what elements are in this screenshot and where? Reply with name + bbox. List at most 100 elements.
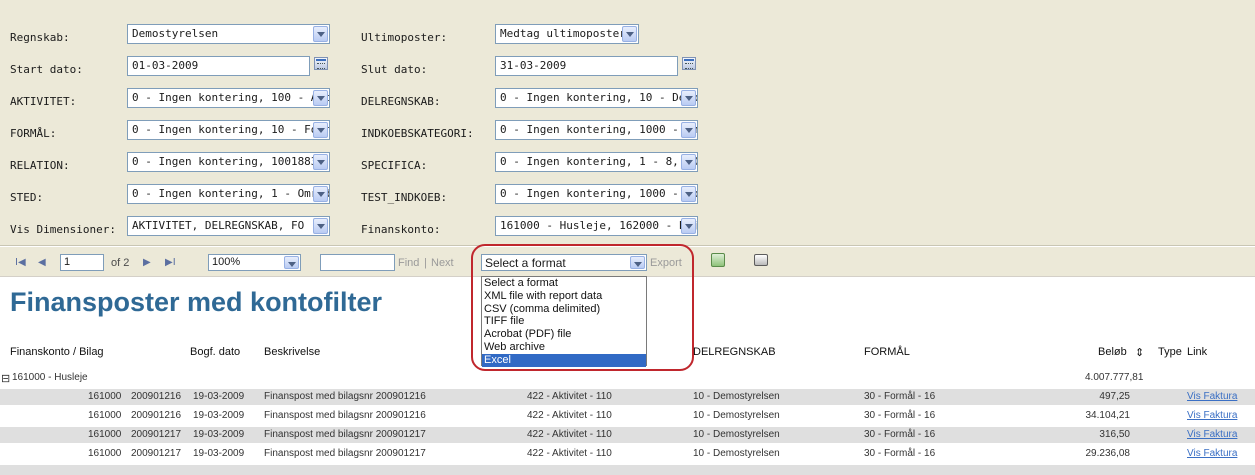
start-dato-value: 01-03-2009 — [132, 59, 199, 72]
calendar-icon[interactable] — [682, 57, 696, 70]
aktivitet-select[interactable]: 0 - Ingen kontering, 100 - Aktiv — [127, 88, 330, 108]
chevron-down-icon[interactable] — [313, 122, 328, 138]
vis-faktura-link[interactable]: Vis Faktura — [1187, 429, 1237, 440]
bilag-cell: 200901216 — [131, 391, 182, 402]
chevron-down-icon[interactable] — [313, 186, 328, 202]
column-header-beloeb[interactable]: Beløb — [1098, 346, 1127, 358]
chevron-down-icon[interactable] — [313, 218, 328, 234]
formaal-cell: 30 - Formål - 16 — [864, 410, 936, 421]
column-header-link[interactable]: Link — [1187, 346, 1207, 358]
indkoebskategori-select[interactable]: 0 - Ingen kontering, 1000 - Ind — [495, 120, 698, 140]
chevron-down-icon[interactable] — [313, 90, 328, 106]
beloeb-cell: 316,50 — [1099, 429, 1130, 440]
beskrivelse-cell: Finanspost med bilagsnr 200901217 — [264, 448, 426, 459]
bilag-cell: 200901217 — [131, 448, 182, 459]
delregnskab-cell: 10 - Demostyrelsen — [693, 448, 780, 459]
export-link[interactable]: Export — [650, 257, 682, 269]
column-header-konto[interactable]: Finanskonto / Bilag — [10, 346, 104, 358]
column-header-beskrivelse[interactable]: Beskrivelse — [264, 346, 320, 358]
vis-dimensioner-select[interactable]: AKTIVITET, DELREGNSKAB, FO — [127, 216, 330, 236]
format-option-csv[interactable]: CSV (comma delimited) — [482, 303, 646, 316]
chevron-down-icon[interactable] — [681, 186, 696, 202]
column-header-type[interactable]: Type — [1158, 346, 1182, 358]
last-page-icon[interactable]: ▶I — [165, 257, 176, 268]
relation-label: RELATION: — [10, 159, 70, 172]
refresh-icon[interactable] — [711, 253, 725, 267]
slut-dato-label: Slut dato: — [361, 63, 428, 76]
ultimoposter-select[interactable]: Medtag ultimoposter — [495, 24, 639, 44]
aktivitet-value: 0 - Ingen kontering, 100 - Aktiv — [132, 91, 330, 104]
sted-label: STED: — [10, 191, 44, 204]
regnskab-select[interactable]: Demostyrelsen — [127, 24, 330, 44]
specifica-value: 0 - Ingen kontering, 1 - 8, 1000 — [500, 155, 698, 168]
format-option-web-archive[interactable]: Web archive — [482, 341, 646, 354]
page-number-input[interactable]: 1 — [60, 254, 104, 271]
aktivitet-cell: 422 - Aktivitet - 110 — [527, 429, 612, 440]
konto-cell: 161000 — [88, 410, 122, 421]
chevron-down-icon[interactable] — [284, 256, 299, 269]
previous-page-icon[interactable]: ◀ — [38, 257, 46, 268]
finanskonto-select[interactable]: 161000 - Husleje, 162000 - Lej — [495, 216, 698, 236]
vis-dimensioner-label: Vis Dimensioner: — [10, 223, 116, 236]
print-icon[interactable] — [754, 254, 768, 266]
format-option-pdf[interactable]: Acrobat (PDF) file — [482, 328, 646, 341]
chevron-down-icon[interactable] — [313, 154, 328, 170]
formaal-value: 0 - Ingen kontering, 10 - Formå — [132, 123, 330, 136]
delregnskab-cell: 10 - Demostyrelsen — [693, 429, 780, 440]
beloeb-cell: 497,25 — [1099, 391, 1130, 402]
formaal-select[interactable]: 0 - Ingen kontering, 10 - Formå — [127, 120, 330, 140]
relation-select[interactable]: 0 - Ingen kontering, 10018838 — [127, 152, 330, 172]
vis-faktura-link[interactable]: Vis Faktura — [1187, 391, 1237, 402]
chevron-down-icon[interactable] — [681, 154, 696, 170]
collapse-icon[interactable]: ⊟ — [1, 372, 10, 385]
chevron-down-icon[interactable] — [622, 26, 637, 42]
sort-icon[interactable]: ⇕ — [1135, 346, 1144, 359]
report-title: Finansposter med kontofilter — [10, 287, 383, 317]
column-header-bogf-dato[interactable]: Bogf. dato — [190, 346, 240, 358]
formaal-cell: 30 - Formål - 16 — [864, 429, 936, 440]
export-format-select[interactable]: Select a format — [481, 254, 647, 271]
specifica-select[interactable]: 0 - Ingen kontering, 1 - 8, 1000 — [495, 152, 698, 172]
column-header-formaal[interactable]: FORMÅL — [864, 346, 910, 358]
konto-cell: 161000 — [88, 429, 122, 440]
start-dato-input[interactable]: 01-03-2009 — [127, 56, 310, 76]
chevron-down-icon[interactable] — [681, 90, 696, 106]
slut-dato-input[interactable]: 31-03-2009 — [495, 56, 678, 76]
test-indkoeb-select[interactable]: 0 - Ingen kontering, 1000 - Kor — [495, 184, 698, 204]
chevron-down-icon[interactable] — [681, 218, 696, 234]
specifica-label: SPECIFICA: — [361, 159, 428, 172]
chevron-down-icon[interactable] — [681, 122, 696, 138]
sted-value: 0 - Ingen kontering, 1 - Områd — [132, 187, 330, 200]
slut-dato-value: 31-03-2009 — [500, 59, 567, 72]
first-page-icon[interactable]: I◀ — [15, 257, 26, 268]
vis-faktura-link[interactable]: Vis Faktura — [1187, 448, 1237, 459]
delregnskab-cell: 10 - Demostyrelsen — [693, 410, 780, 421]
find-next-link[interactable]: Next — [431, 257, 454, 269]
vis-faktura-link[interactable]: Vis Faktura — [1187, 410, 1237, 421]
find-input[interactable] — [320, 254, 395, 271]
next-page-icon[interactable]: ▶ — [143, 257, 151, 268]
beloeb-cell: 29.236,08 — [1085, 448, 1131, 459]
delregnskab-select[interactable]: 0 - Ingen kontering, 10 - Demo — [495, 88, 698, 108]
chevron-down-icon[interactable] — [313, 26, 328, 42]
test-indkoeb-label: TEST_INDKOEB: — [361, 191, 448, 204]
aktivitet-label: AKTIVITET: — [10, 95, 77, 108]
zoom-select[interactable]: 100% — [208, 254, 301, 271]
find-link[interactable]: Find — [398, 257, 419, 269]
format-option-excel[interactable]: Excel — [482, 353, 646, 367]
sted-select[interactable]: 0 - Ingen kontering, 1 - Områd — [127, 184, 330, 204]
format-option-tiff[interactable]: TIFF file — [482, 315, 646, 328]
calendar-icon[interactable] — [314, 57, 328, 70]
dato-cell: 19-03-2009 — [193, 429, 245, 440]
relation-value: 0 - Ingen kontering, 10018838 — [132, 155, 325, 168]
column-header-delregnskab[interactable]: DELREGNSKAB — [693, 346, 776, 358]
vis-dimensioner-value: AKTIVITET, DELREGNSKAB, FO — [132, 219, 305, 232]
delregnskab-value: 0 - Ingen kontering, 10 - Demo — [500, 91, 698, 104]
find-separator: | — [424, 257, 427, 269]
chevron-down-icon[interactable] — [630, 256, 645, 269]
format-option-select[interactable]: Select a format — [482, 277, 646, 290]
table-row: 161000 200901216 19-03-2009 Finanspost m… — [0, 408, 1255, 424]
group-row: ⊟ 161000 - Husleje 4.007.777,81 — [0, 370, 1255, 386]
finanskonto-value: 161000 - Husleje, 162000 - Lej — [500, 219, 698, 232]
format-option-xml[interactable]: XML file with report data — [482, 290, 646, 303]
